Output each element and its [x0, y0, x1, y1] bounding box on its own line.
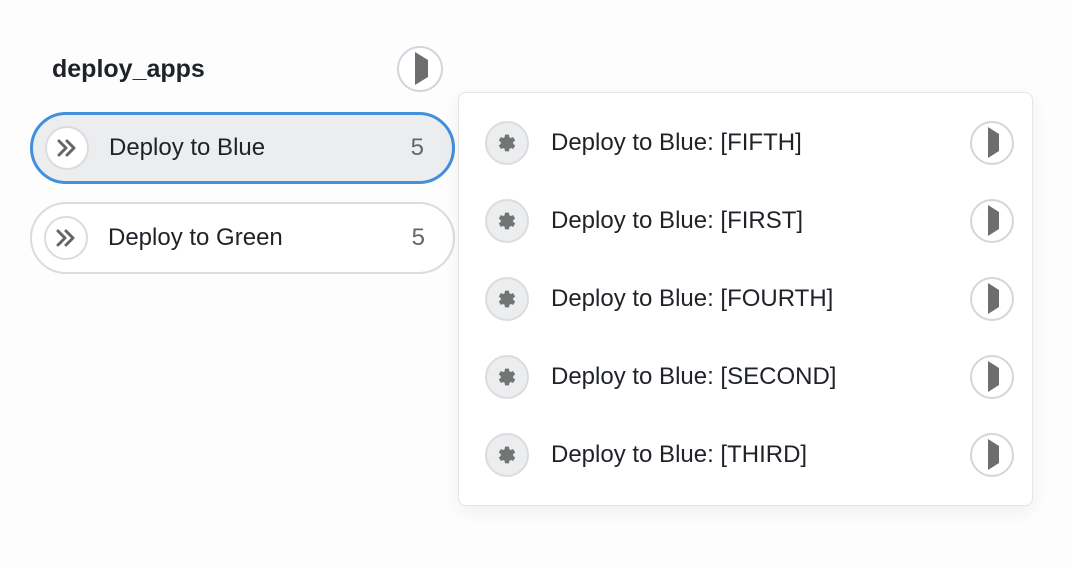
job-count-badge: 5: [412, 224, 425, 252]
job-pill-deploy-to-green[interactable]: Deploy to Green 5: [30, 202, 455, 274]
play-icon: [985, 446, 999, 464]
subjob-run-button[interactable]: [970, 121, 1014, 165]
subjob-row[interactable]: Deploy to Blue: [THIRD]: [485, 423, 1014, 487]
stage-title: deploy_apps: [52, 55, 205, 84]
play-icon: [985, 134, 999, 152]
subjob-run-button[interactable]: [970, 355, 1014, 399]
subjob-run-button[interactable]: [970, 433, 1014, 477]
gear-icon: [485, 277, 529, 321]
play-icon: [985, 368, 999, 386]
subjob-run-button[interactable]: [970, 277, 1014, 321]
subjob-row[interactable]: Deploy to Blue: [FIRST]: [485, 189, 1014, 253]
job-pill-deploy-to-blue[interactable]: Deploy to Blue 5: [30, 112, 455, 184]
subjob-label: Deploy to Blue: [FIFTH]: [551, 129, 970, 157]
subjob-label: Deploy to Blue: [FIRST]: [551, 207, 970, 235]
play-icon: [412, 60, 428, 78]
stage-run-button[interactable]: [397, 46, 443, 92]
subjob-row[interactable]: Deploy to Blue: [SECOND]: [485, 345, 1014, 409]
subjob-row[interactable]: Deploy to Blue: [FIFTH]: [485, 111, 1014, 175]
gear-icon: [485, 121, 529, 165]
play-icon: [985, 290, 999, 308]
subjob-label: Deploy to Blue: [SECOND]: [551, 363, 970, 391]
stage-column: deploy_apps Deploy to Blue 5: [30, 46, 455, 274]
stage-header: deploy_apps: [30, 46, 455, 104]
subjob-label: Deploy to Blue: [FOURTH]: [551, 285, 970, 313]
job-label: Deploy to Green: [108, 224, 412, 252]
play-icon: [985, 212, 999, 230]
gear-icon: [485, 355, 529, 399]
subjob-row[interactable]: Deploy to Blue: [FOURTH]: [485, 267, 1014, 331]
expand-icon: [45, 126, 89, 170]
subjob-run-button[interactable]: [970, 199, 1014, 243]
subjobs-popover: Deploy to Blue: [FIFTH] Deploy to Blue: …: [458, 92, 1033, 506]
gear-icon: [485, 199, 529, 243]
gear-icon: [485, 433, 529, 477]
job-label: Deploy to Blue: [109, 134, 411, 162]
subjob-label: Deploy to Blue: [THIRD]: [551, 441, 970, 469]
job-count-badge: 5: [411, 134, 424, 162]
expand-icon: [44, 216, 88, 260]
